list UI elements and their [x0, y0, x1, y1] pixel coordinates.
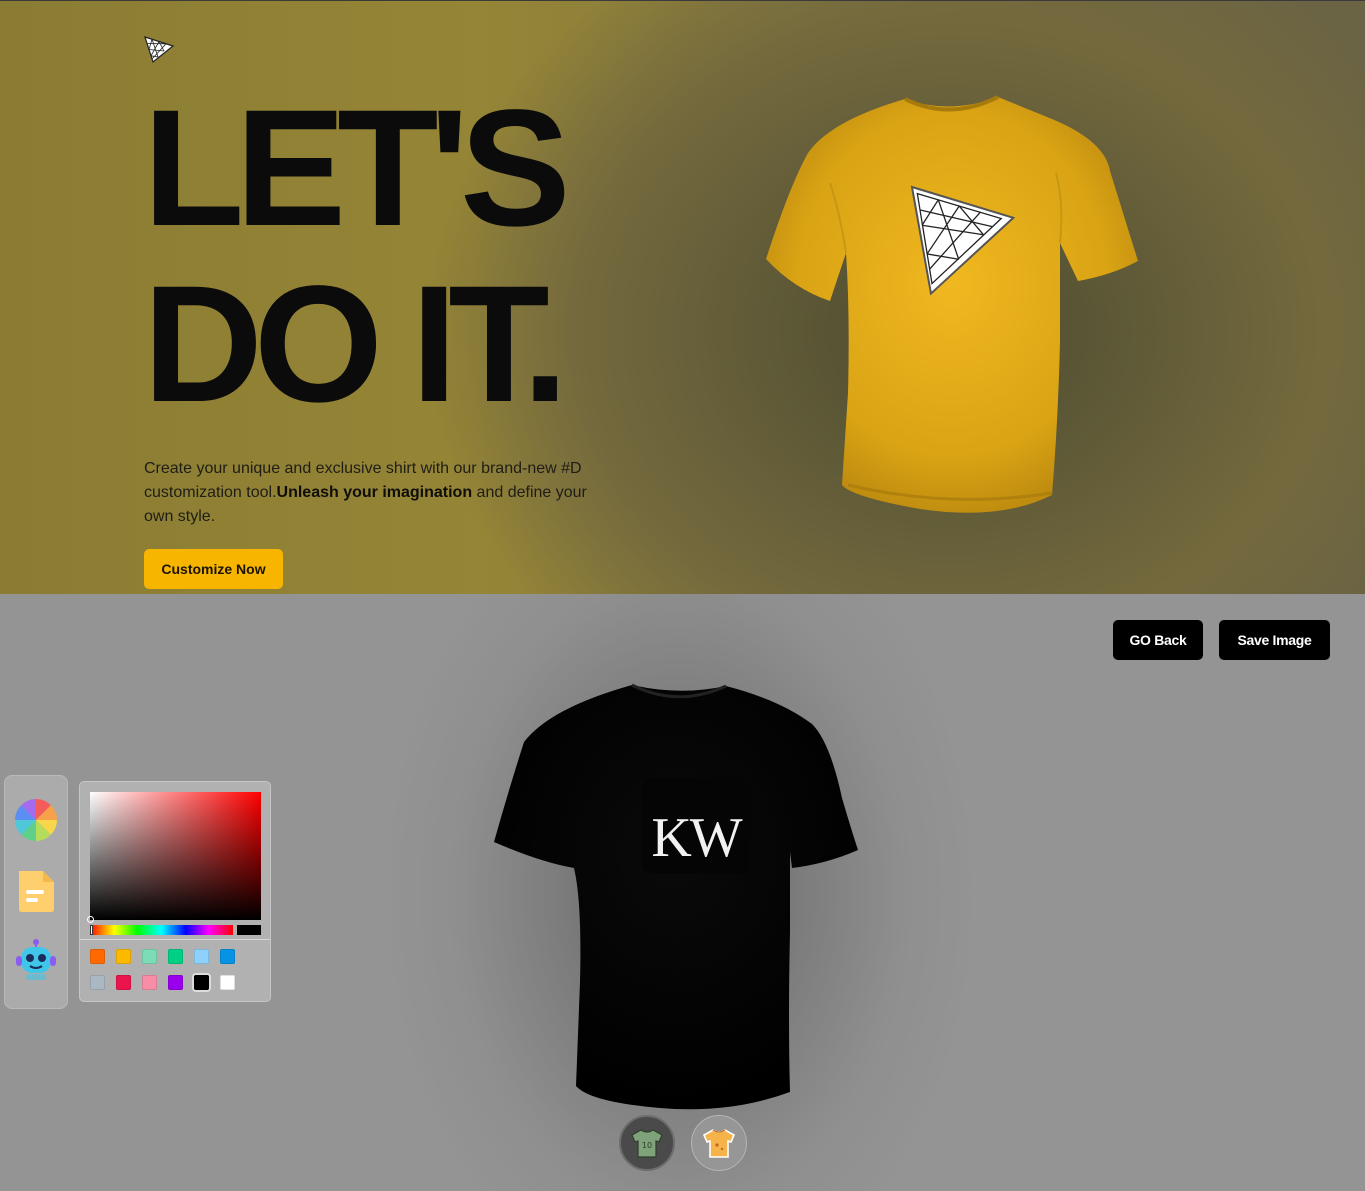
- color-swatch[interactable]: [142, 975, 157, 990]
- color-swatch[interactable]: [168, 975, 183, 990]
- color-swatch[interactable]: [90, 975, 105, 990]
- tab-ai-picker[interactable]: [14, 938, 58, 982]
- save-image-button[interactable]: Save Image: [1219, 620, 1330, 660]
- tab-file-picker[interactable]: [14, 868, 58, 912]
- saturation-handle[interactable]: [87, 916, 94, 923]
- hue-slider-handle[interactable]: [90, 925, 93, 935]
- editor-tabs-sidebar: [4, 775, 68, 1009]
- color-swatch[interactable]: [90, 949, 105, 964]
- hero-section: LET'S DO IT. Create your unique and excl…: [0, 0, 1365, 594]
- color-swatch[interactable]: [116, 975, 131, 990]
- shirt-decal-text: KW: [651, 807, 742, 869]
- description-bold: Unleash your imagination: [276, 484, 473, 501]
- color-swatch[interactable]: [168, 949, 183, 964]
- hero-description: Create your unique and exclusive shirt w…: [144, 457, 594, 529]
- logo-shirt-icon: 10: [631, 1129, 663, 1158]
- color-swatch[interactable]: [220, 949, 235, 964]
- customize-now-button[interactable]: Customize Now: [144, 549, 283, 589]
- hue-slider[interactable]: [90, 925, 233, 935]
- selected-color-preview: [237, 925, 261, 935]
- robot-icon: [16, 939, 56, 980]
- hero-headline: LET'S DO IT.: [143, 76, 571, 437]
- picker-divider: [80, 939, 270, 940]
- hero-shirt-model: [766, 95, 1138, 513]
- go-back-button[interactable]: GO Back: [1113, 620, 1203, 660]
- svg-text:10: 10: [642, 1141, 652, 1150]
- color-swatch[interactable]: [194, 975, 209, 990]
- saturation-area[interactable]: [87, 792, 261, 923]
- customizer-section: GO Back Save Image KW 10: [0, 594, 1365, 1191]
- color-swatch[interactable]: [194, 949, 209, 964]
- headline-line-1: LET'S: [143, 76, 571, 261]
- filter-tab-stylish-shirt[interactable]: [691, 1115, 747, 1171]
- filter-tab-logo-shirt[interactable]: 10: [619, 1115, 675, 1171]
- customized-shirt-model: KW: [494, 683, 858, 1110]
- color-swatch[interactable]: [142, 949, 157, 964]
- headline-line-2: DO IT.: [143, 252, 568, 437]
- color-wheel-icon: [15, 799, 57, 841]
- threejs-logo-icon: [144, 36, 175, 64]
- stylish-shirt-icon: [702, 1129, 736, 1158]
- file-icon: [19, 871, 54, 912]
- color-picker-panel: [79, 781, 271, 1002]
- color-swatch[interactable]: [220, 975, 235, 990]
- tab-color-picker[interactable]: [14, 798, 58, 842]
- color-swatch[interactable]: [116, 949, 131, 964]
